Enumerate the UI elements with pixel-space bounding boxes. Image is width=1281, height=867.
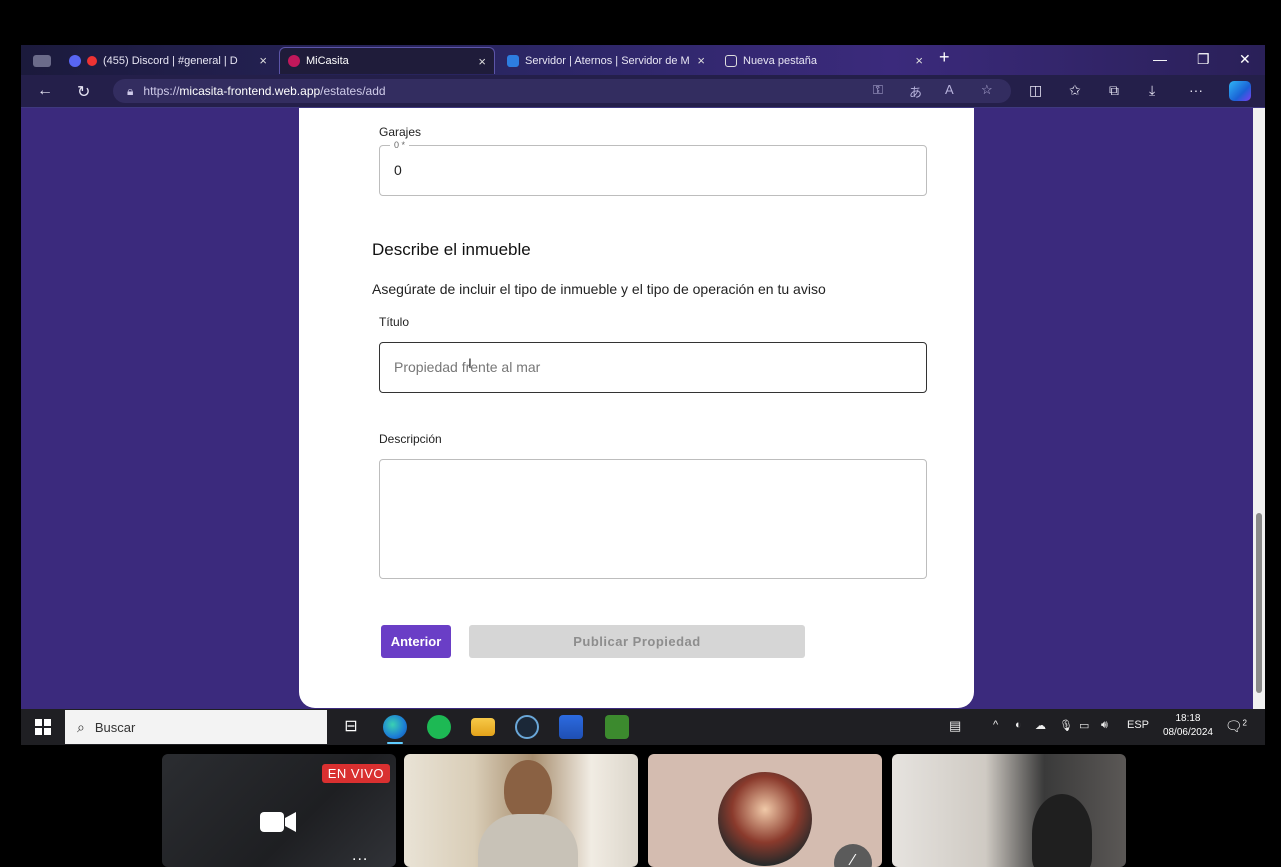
close-icon[interactable]: × (478, 54, 486, 69)
back-icon[interactable]: ← (37, 82, 53, 100)
section-subtitle: Asegúrate de incluir el tipo de inmueble… (372, 281, 826, 297)
discord-icon (69, 54, 81, 67)
favorite-star-icon[interactable]: ☆ (981, 82, 993, 98)
search-placeholder: Buscar (94, 719, 136, 735)
close-window-button[interactable]: ✕ (1239, 51, 1251, 68)
titulo-label: Título (379, 315, 410, 329)
garajes-input[interactable]: 0 * 0 (379, 140, 927, 196)
close-icon[interactable]: × (697, 53, 705, 68)
tab-aternos[interactable]: Servidor | Aternos | Servidor de M × (499, 47, 713, 74)
widgets-icon[interactable]: ▤ (949, 718, 961, 734)
garajes-value: 0 (394, 162, 402, 178)
favorites-icon[interactable]: ✩ (1069, 82, 1081, 99)
text-cursor-icon: I (468, 355, 472, 371)
workspace-tab[interactable] (25, 47, 59, 74)
minecraft-icon[interactable] (605, 715, 629, 739)
key-icon[interactable]: ⚿ (873, 82, 883, 98)
windows-start-icon[interactable] (35, 719, 51, 735)
video-tile-participant-3[interactable] (892, 754, 1126, 867)
clock-date: 08/06/2024 (1162, 727, 1213, 738)
minimize-button[interactable]: — (1153, 51, 1167, 67)
notification-count: 2 (1242, 718, 1247, 728)
translate-icon[interactable]: あ (909, 82, 922, 101)
video-tile-participant-1[interactable] (404, 754, 638, 867)
tab-label: Servidor | Aternos | Servidor de M (525, 54, 690, 67)
task-view-icon[interactable]: ⊟ (339, 715, 363, 739)
microphone-icon[interactable]: 🎙︎ (1059, 719, 1073, 732)
meet-now-icon[interactable]: ◐ (1015, 719, 1022, 731)
profile-icon (33, 54, 51, 67)
tab-label: (455) Discord | #general | D (103, 54, 238, 67)
publicar-propiedad-button[interactable]: Publicar Propiedad (469, 625, 805, 658)
lock-icon: 🔒︎ (127, 83, 134, 98)
clock[interactable]: 18:18 08/06/2024 (1163, 712, 1213, 740)
descripcion-textarea[interactable] (379, 459, 927, 579)
new-tab-button[interactable]: + (939, 47, 950, 68)
edge-icon[interactable] (383, 715, 407, 744)
tab-new[interactable]: Nueva pestaña × (717, 47, 931, 74)
more-menu-icon[interactable]: ··· (1189, 82, 1203, 98)
taskbar: ⌕ Buscar ⊟ ▤ ^ ◐ ☁ 🎙︎ ▭ 🔊︎ ESP 18:18 08/… (21, 709, 1265, 745)
taskbar-search[interactable]: ⌕ Buscar (65, 710, 327, 744)
page-viewport: Garajes 0 * 0 Describe el inmueble Asegú… (21, 108, 1265, 709)
browser-window: (455) Discord | #general | D × MiCasita … (21, 45, 1265, 709)
close-icon[interactable]: × (915, 53, 923, 68)
onedrive-icon[interactable]: ☁ (1035, 719, 1046, 732)
split-screen-icon[interactable]: ◫ (1029, 82, 1042, 99)
titulo-input[interactable]: Propiedad frente al mar I (379, 342, 927, 393)
angular-icon (288, 55, 300, 67)
recording-icon (87, 55, 97, 66)
form-card: Garajes 0 * 0 Describe el inmueble Asegú… (299, 108, 974, 708)
more-options-icon[interactable]: ... (352, 847, 368, 865)
camera-icon (260, 812, 296, 832)
read-aloud-icon[interactable]: A (945, 82, 954, 97)
network-icon[interactable]: ▭ (1079, 719, 1089, 732)
garajes-label: Garajes (379, 125, 422, 139)
notifications-icon[interactable]: 🗨︎2 (1225, 718, 1247, 735)
refresh-icon[interactable]: ↻ (77, 82, 90, 102)
close-icon[interactable]: × (259, 53, 267, 68)
file-explorer-icon[interactable] (471, 718, 495, 736)
participant-body (478, 814, 578, 867)
garajes-legend: 0 * (390, 140, 410, 150)
aternos-icon (507, 54, 519, 67)
tab-label: Nueva pestaña (743, 54, 817, 67)
microsoft-store-icon[interactable] (559, 715, 583, 739)
video-tile-participant-2[interactable]: ⁄ (648, 754, 882, 867)
live-badge: EN VIVO (321, 764, 390, 783)
tray-chevron-icon[interactable]: ^ (993, 719, 998, 731)
tab-label: MiCasita (306, 55, 349, 67)
page-scrollbar[interactable] (1253, 108, 1265, 709)
anterior-button[interactable]: Anterior (381, 625, 451, 658)
clock-time: 18:18 (1175, 713, 1201, 724)
new-tab-page-icon (725, 54, 737, 67)
descripcion-label: Descripción (379, 432, 442, 446)
tab-discord[interactable]: (455) Discord | #general | D × (61, 47, 275, 74)
spotify-icon[interactable] (427, 715, 451, 739)
volume-icon[interactable]: 🔊︎ (1101, 719, 1108, 732)
participant-face (504, 760, 552, 820)
language-indicator[interactable]: ESP (1127, 719, 1149, 731)
tab-micasita[interactable]: MiCasita × (279, 47, 495, 74)
restore-button[interactable]: ❐ (1197, 51, 1210, 68)
address-bar: ← ↻ 🔒︎ https://micasita-frontend.web.app… (21, 75, 1265, 108)
tab-bar: (455) Discord | #general | D × MiCasita … (21, 45, 1265, 75)
collections-icon[interactable]: ⧉ (1109, 82, 1119, 99)
copilot-icon[interactable] (1229, 81, 1251, 101)
downloads-icon[interactable]: ⤓ (1149, 82, 1155, 99)
url-text: https://micasita-frontend.web.app/estate… (143, 84, 386, 98)
muted-mic-icon: ⁄ (834, 844, 872, 867)
scroll-thumb[interactable] (1256, 513, 1262, 693)
section-title: Describe el inmueble (372, 240, 531, 259)
avatar (718, 772, 812, 866)
screen: (455) Discord | #general | D × MiCasita … (0, 0, 1281, 867)
search-icon: ⌕ (77, 718, 85, 735)
video-tile-screenshare[interactable]: EN VIVO ... (162, 754, 396, 867)
participant-silhouette (1032, 794, 1092, 867)
steam-icon[interactable] (515, 715, 539, 739)
